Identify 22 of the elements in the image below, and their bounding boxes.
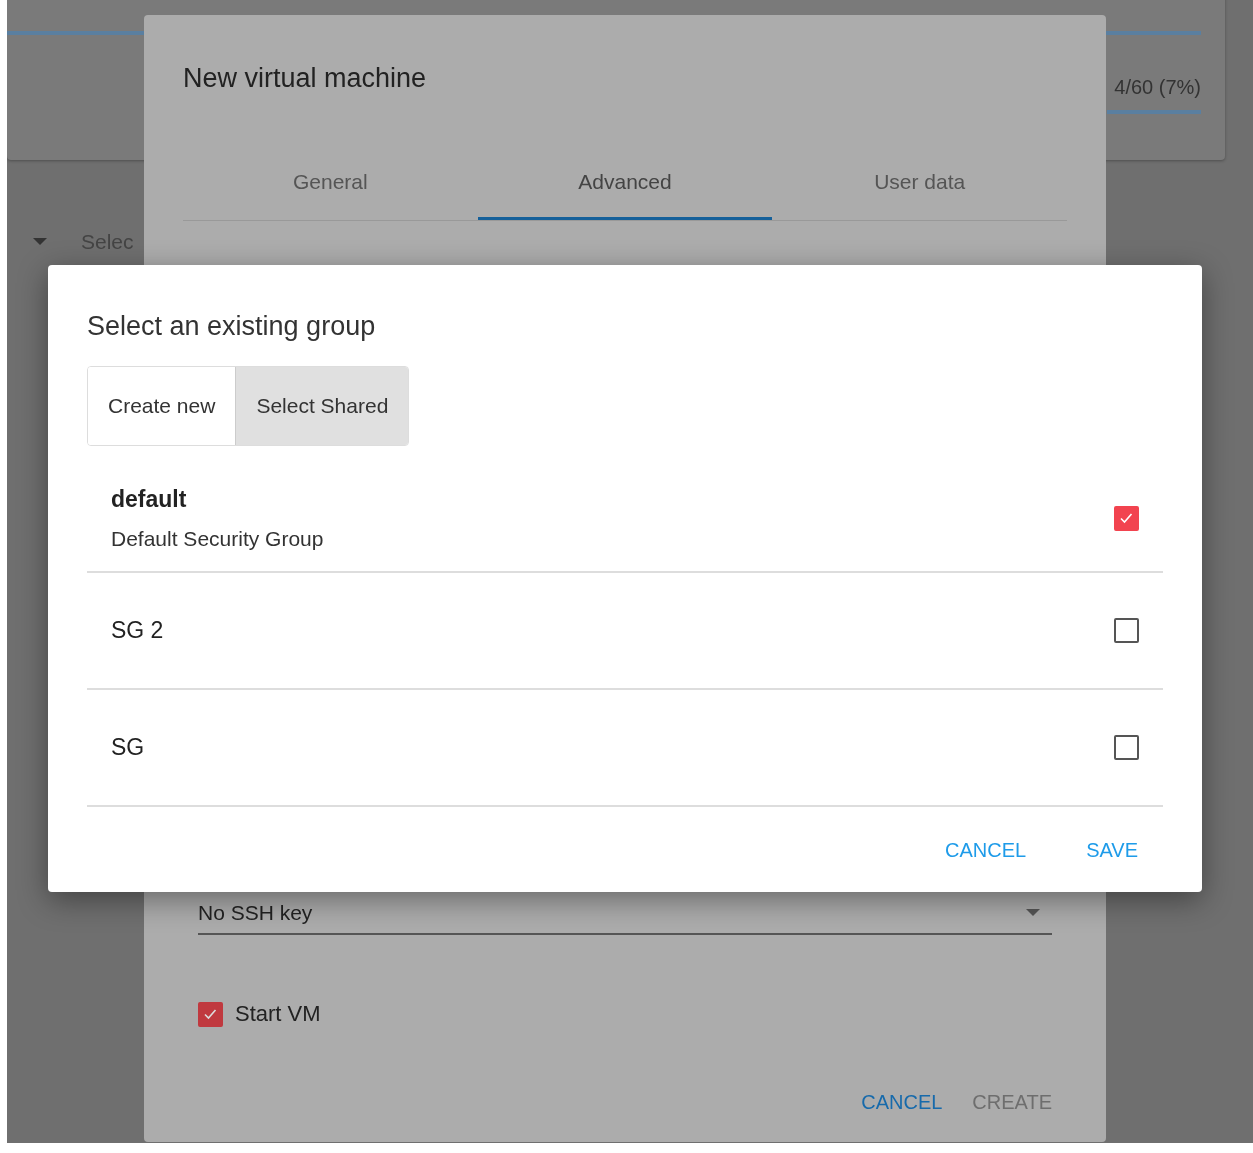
group-description: Default Security Group: [111, 527, 324, 551]
tab[interactable]: General: [183, 146, 478, 220]
dialog-title: New virtual machine: [183, 63, 428, 94]
dialog-button[interactable]: CANCEL: [861, 1085, 943, 1120]
tab[interactable]: Advanced: [477, 146, 773, 220]
checkbox[interactable]: [1114, 618, 1139, 643]
group-name: SG 2: [111, 617, 164, 644]
toggle-button[interactable]: Select Shared: [235, 367, 409, 445]
caret-icon: [1026, 909, 1040, 917]
group-name: default: [111, 486, 188, 513]
caret-icon: [33, 238, 47, 246]
checkbox[interactable]: [198, 1001, 223, 1027]
group-name: SG: [111, 734, 145, 761]
dialog-button[interactable]: CANCEL: [945, 833, 1027, 868]
tab[interactable]: User data: [772, 146, 1067, 220]
checkbox[interactable]: [1114, 735, 1139, 760]
ssh-key-select[interactable]: No SSH key: [198, 901, 1052, 935]
dialog-button[interactable]: SAVE: [1086, 833, 1138, 868]
usage-label: 4/60 (7%): [1114, 76, 1201, 98]
checkbox-label: Start VM: [235, 1001, 321, 1027]
dialog-title: Select an existing group: [87, 311, 377, 342]
checkbox[interactable]: [1114, 506, 1139, 531]
